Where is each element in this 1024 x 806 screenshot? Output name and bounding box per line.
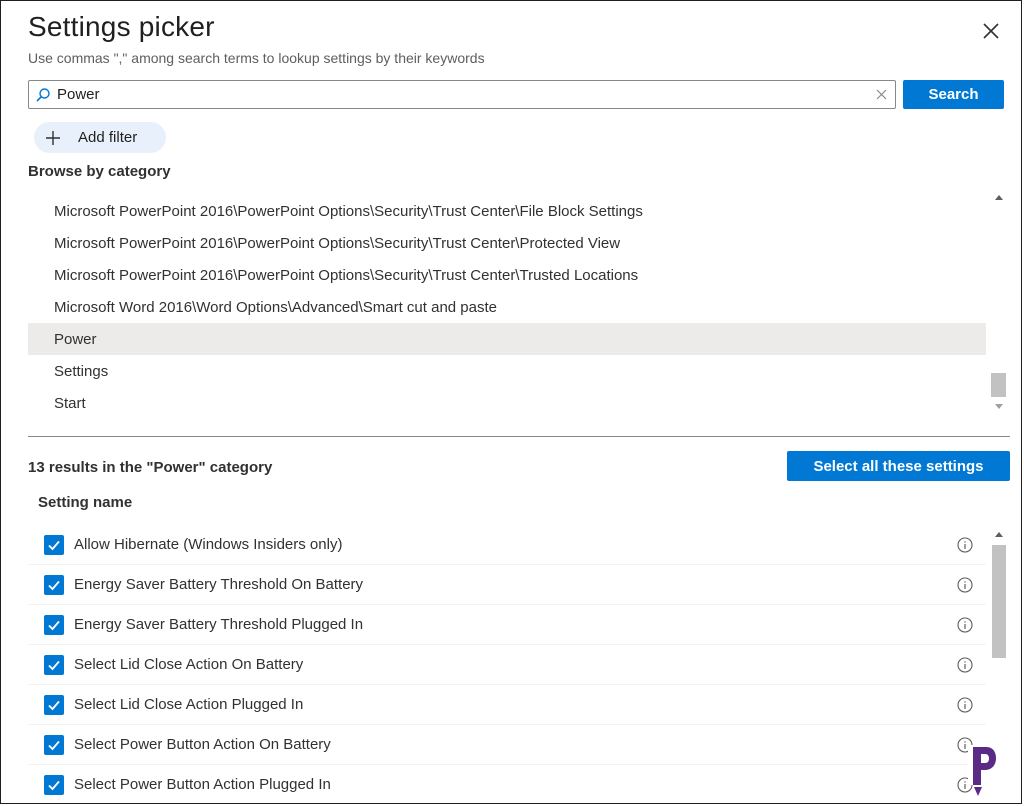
checkmark-icon: [48, 580, 60, 590]
category-item[interactable]: Start: [28, 387, 986, 419]
setting-name: Select Lid Close Action Plugged In: [74, 696, 304, 713]
info-icon[interactable]: [957, 536, 973, 553]
setting-name: Energy Saver Battery Threshold Plugged I…: [74, 616, 364, 633]
setting-checkbox[interactable]: [44, 534, 64, 555]
setting-checkbox[interactable]: [44, 654, 64, 675]
category-label: Settings: [54, 362, 109, 380]
checkmark-icon: [48, 540, 60, 550]
setting-row[interactable]: Energy Saver Battery Threshold On Batter…: [28, 565, 986, 605]
category-item[interactable]: Microsoft PowerPoint 2016\PowerPoint Opt…: [28, 227, 986, 259]
setting-checkbox[interactable]: [44, 774, 64, 795]
setting-name-column-header: Setting name: [38, 494, 133, 511]
search-icon: [29, 87, 57, 103]
browse-by-category-heading: Browse by category: [28, 163, 171, 180]
dialog-subtitle: Use commas "," among search terms to loo…: [28, 50, 485, 66]
category-scrollbar[interactable]: [989, 186, 1009, 418]
info-icon[interactable]: [957, 696, 973, 713]
category-item[interactable]: Microsoft Word 2016\Word Options\Advance…: [28, 291, 986, 323]
info-icon[interactable]: [957, 576, 973, 593]
info-icon[interactable]: [957, 656, 973, 673]
setting-name: Allow Hibernate (Windows Insiders only): [74, 536, 343, 553]
info-icon[interactable]: [957, 616, 973, 633]
setting-checkbox[interactable]: [44, 734, 64, 755]
search-input[interactable]: [57, 86, 867, 103]
category-item-power-selected[interactable]: Power: [28, 323, 986, 355]
setting-row[interactable]: Select Power Button Action Plugged In: [28, 765, 986, 803]
clear-icon: [876, 89, 886, 100]
dialog-title: Settings picker: [28, 11, 215, 42]
settings-picker-dialog: Settings picker Use commas "," among sea…: [0, 0, 1022, 804]
setting-row[interactable]: Energy Saver Battery Threshold Plugged I…: [28, 605, 986, 645]
clear-search-button[interactable]: [867, 89, 895, 100]
results-summary: 13 results in the "Power" category: [28, 459, 273, 476]
close-button[interactable]: [973, 13, 1009, 49]
setting-row[interactable]: Allow Hibernate (Windows Insiders only): [28, 525, 986, 565]
scrolled-item-remnant: [55, 186, 555, 190]
category-label: Power: [54, 330, 97, 348]
close-icon: [983, 23, 999, 39]
scroll-up-arrow-icon[interactable]: [995, 532, 1003, 537]
search-field[interactable]: [28, 80, 896, 109]
category-item[interactable]: Microsoft PowerPoint 2016\PowerPoint Opt…: [28, 195, 986, 227]
setting-checkbox[interactable]: [44, 574, 64, 595]
checkmark-icon: [48, 780, 60, 790]
add-filter-button[interactable]: Add filter: [34, 122, 166, 153]
scrollbar-thumb[interactable]: [992, 545, 1006, 658]
setting-name: Select Power Button Action Plugged In: [74, 776, 331, 793]
setting-checkbox[interactable]: [44, 614, 64, 635]
select-all-settings-button[interactable]: Select all these settings: [787, 451, 1010, 481]
category-item[interactable]: Microsoft PowerPoint 2016\PowerPoint Opt…: [28, 259, 986, 291]
setting-checkbox[interactable]: [44, 694, 64, 715]
scrollbar-thumb[interactable]: [991, 373, 1006, 397]
category-list: Microsoft PowerPoint 2016\PowerPoint Opt…: [28, 186, 988, 421]
category-item[interactable]: Settings: [28, 355, 986, 387]
setting-row[interactable]: Select Power Button Action On Battery: [28, 725, 986, 765]
scroll-up-arrow-icon[interactable]: [995, 195, 1003, 200]
checkmark-icon: [48, 660, 60, 670]
setting-name: Select Lid Close Action On Battery: [74, 656, 304, 673]
settings-results-list: Allow Hibernate (Windows Insiders only) …: [28, 524, 988, 803]
scroll-down-arrow-icon[interactable]: [995, 404, 1003, 409]
checkmark-icon: [48, 740, 60, 750]
setting-row[interactable]: Select Lid Close Action On Battery: [28, 645, 986, 685]
category-label: Microsoft PowerPoint 2016\PowerPoint Opt…: [54, 234, 621, 252]
category-label: Start: [54, 394, 86, 412]
setting-name: Select Power Button Action On Battery: [74, 736, 331, 753]
checkmark-icon: [48, 700, 60, 710]
search-button[interactable]: Search: [903, 80, 1004, 109]
brand-logo-icon: [968, 745, 996, 796]
category-label: Microsoft PowerPoint 2016\PowerPoint Opt…: [54, 266, 639, 284]
checkmark-icon: [48, 620, 60, 630]
category-label: Microsoft PowerPoint 2016\PowerPoint Opt…: [54, 202, 643, 220]
setting-row[interactable]: Select Lid Close Action Plugged In: [28, 685, 986, 725]
category-label: Microsoft Word 2016\Word Options\Advance…: [54, 298, 497, 316]
add-filter-label: Add filter: [78, 129, 138, 146]
setting-name: Energy Saver Battery Threshold On Batter…: [74, 576, 364, 593]
plus-icon: [38, 130, 68, 146]
section-divider: [28, 436, 1010, 437]
